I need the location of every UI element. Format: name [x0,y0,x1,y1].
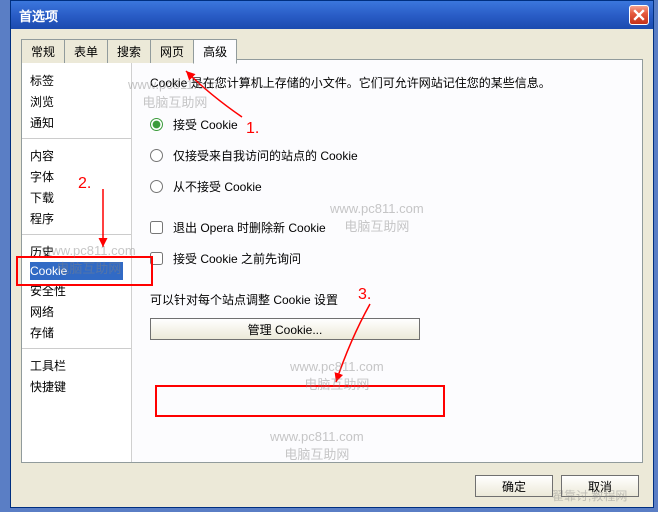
close-icon [633,9,645,21]
close-button[interactable] [629,5,649,25]
radio-accept[interactable] [150,118,163,131]
sidebar-item-tabs[interactable]: 标签 [30,70,123,91]
sidebar-item-storage[interactable]: 存储 [30,322,123,343]
annotation-arrow-3 [330,300,390,390]
radio-never-label: 从不接受 Cookie [173,178,262,195]
tab-advanced[interactable]: 高级 [193,39,237,64]
annotation-arrow-2 [95,185,125,255]
radio-never[interactable] [150,180,163,193]
titlebar: 首选项 [11,1,653,29]
ok-button[interactable]: 确定 [475,475,553,497]
tab-search[interactable]: 搜索 [107,39,151,63]
sidebar: 标签 浏览 通知 内容 字体 下载 程序 历史 Cookie 安全性 网络 存储 [22,60,132,462]
radio-accept-visited-label: 仅接受来自我访问的站点的 Cookie [173,147,358,164]
sidebar-item-browse[interactable]: 浏览 [30,91,123,112]
sidebar-item-network[interactable]: 网络 [30,301,123,322]
cancel-button[interactable]: 取消 [561,475,639,497]
annotation-step-2: 2. [78,175,91,193]
radio-accept-visited[interactable] [150,149,163,162]
sidebar-item-font[interactable]: 字体 [30,166,123,187]
tab-webpage[interactable]: 网页 [150,39,194,63]
tab-forms[interactable]: 表单 [64,39,108,63]
sidebar-item-security[interactable]: 安全性 [30,280,123,301]
check-delete-on-exit-label: 退出 Opera 时删除新 Cookie [173,219,326,236]
sidebar-item-notify[interactable]: 通知 [30,112,123,133]
sidebar-item-cookie[interactable]: Cookie [30,262,123,280]
tab-bar: 常规 表单 搜索 网页 高级 [21,39,643,63]
window-title: 首选项 [19,6,629,25]
sidebar-item-content[interactable]: 内容 [30,145,123,166]
check-ask-before-label: 接受 Cookie 之前先询问 [173,250,301,267]
annotation-arrow-1 [180,65,260,125]
check-delete-on-exit[interactable] [150,221,163,234]
sidebar-item-toolbar[interactable]: 工具栏 [30,355,123,376]
check-ask-before[interactable] [150,252,163,265]
tab-general[interactable]: 常规 [21,39,65,63]
sidebar-item-shortcut[interactable]: 快捷键 [30,376,123,397]
